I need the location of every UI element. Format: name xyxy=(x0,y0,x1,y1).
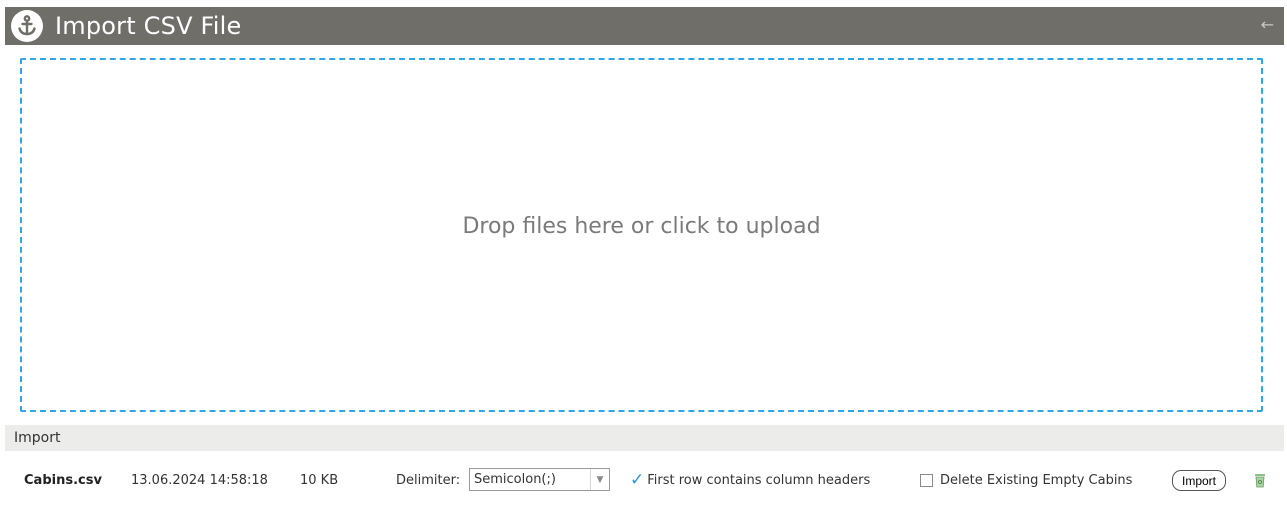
file-dropzone[interactable]: Drop files here or click to upload xyxy=(20,58,1263,412)
checkbox-box[interactable] xyxy=(920,473,933,487)
import-csv-window: Import CSV File ← Drop files here or cli… xyxy=(0,0,1287,505)
checkmark-icon: ✓ xyxy=(630,469,645,490)
delimiter-select[interactable]: Semicolon(;) ▼ xyxy=(469,468,610,491)
anchor-icon xyxy=(11,10,43,42)
import-section-header: Import xyxy=(5,425,1284,451)
delete-empty-cabins-checkbox[interactable]: Delete Existing Empty Cabins xyxy=(920,466,1132,494)
import-button[interactable]: Import xyxy=(1172,470,1227,491)
title-bar: Import CSV File ← xyxy=(5,7,1284,45)
first-row-headers-checkbox[interactable]: ✓ First row contains column headers xyxy=(630,466,870,494)
file-name: Cabins.csv xyxy=(24,472,102,488)
page-title: Import CSV File xyxy=(55,12,242,40)
file-size: 10 KB xyxy=(300,472,339,488)
trash-icon[interactable] xyxy=(1254,466,1266,494)
back-arrow-icon[interactable]: ← xyxy=(1261,15,1274,34)
file-date: 13.06.2024 14:58:18 xyxy=(131,472,268,488)
first-row-headers-label: First row contains column headers xyxy=(647,472,871,488)
delimiter-label: Delimiter: xyxy=(396,472,461,488)
dropzone-text: Drop files here or click to upload xyxy=(462,213,821,239)
dropdown-arrow-icon[interactable]: ▼ xyxy=(590,469,609,490)
delimiter-value: Semicolon(;) xyxy=(474,472,556,487)
delete-empty-cabins-label: Delete Existing Empty Cabins xyxy=(940,472,1133,488)
file-row: Cabins.csv 13.06.2024 14:58:18 10 KB Del… xyxy=(0,466,1287,494)
